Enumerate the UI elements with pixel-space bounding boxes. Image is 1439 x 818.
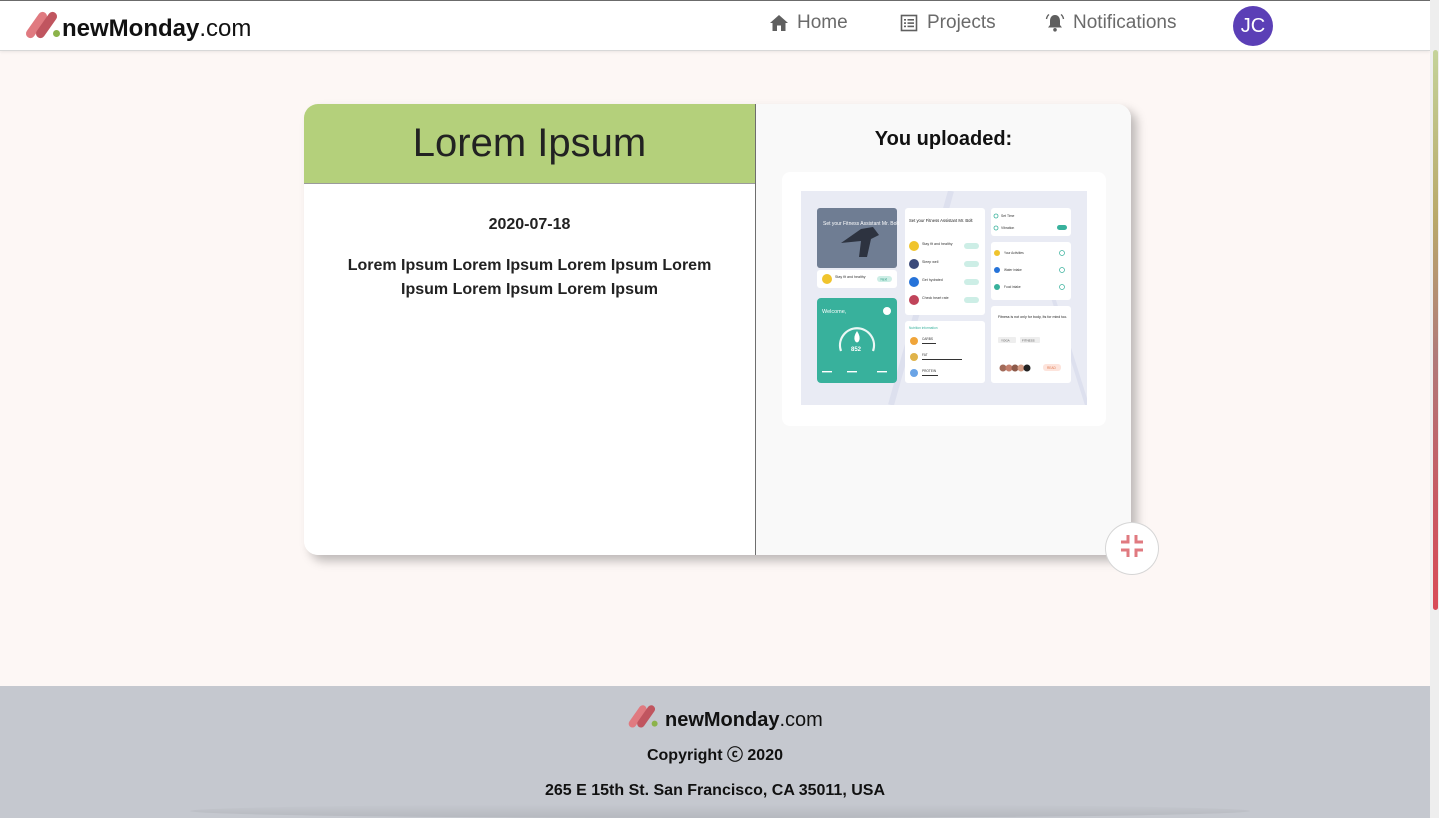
card-title-band: Lorem Ipsum [304, 104, 755, 184]
home-icon [768, 12, 790, 34]
nav-home-label: Home [797, 12, 848, 33]
logo-mark-icon [24, 9, 60, 41]
list-item: Get hydrated [922, 278, 943, 282]
list-item: Check heart rate [922, 296, 949, 300]
activity-label: Water intake [1004, 268, 1022, 272]
activity-label: Food intake [1004, 285, 1021, 289]
list-item: Sleep well [922, 260, 939, 264]
nav-home[interactable]: Home [768, 12, 848, 34]
scrollbar-thumb[interactable] [1433, 50, 1438, 610]
read-button: READ [1047, 366, 1057, 370]
list-heading: Set your Fitness Assistant Mr. Bolt [909, 218, 973, 223]
project-card: Lorem Ipsum 2020-07-18 Lorem Ipsum Lorem… [304, 104, 1131, 555]
collapse-icon [1117, 531, 1147, 566]
footer-copyright: Copyright ⓒ 2020 [646, 747, 784, 764]
uploaded-heading: You uploaded: [874, 128, 1013, 150]
welcome-text: Welcome, [822, 309, 847, 315]
uploaded-image[interactable]: Set your Fitness Assistant Mr. Bolt Stay… [801, 191, 1087, 405]
bell-icon [1044, 12, 1066, 34]
top-navbar: newMonday.com Home Projects Notification… [0, 0, 1430, 51]
card-upload-panel: You uploaded: Set your Fitness Assistant… [756, 104, 1131, 555]
nav-notifications-label: Notifications [1073, 12, 1177, 33]
quote-text: Fitness is not only for body, Its for mi… [998, 315, 1067, 319]
collapse-button[interactable] [1105, 522, 1159, 575]
brand-name: newMonday.com [62, 15, 252, 42]
card-details-panel: Lorem Ipsum 2020-07-18 Lorem Ipsum Lorem… [304, 104, 755, 555]
card-description: Lorem Ipsum Lorem Ipsum Lorem Ipsum Lore… [347, 257, 712, 298]
list-item: Stay fit and healthy [922, 242, 953, 246]
nutrition-heading: Nutrition information [909, 326, 938, 330]
hero-caption: Set your Fitness Assistant Mr. Bolt [823, 221, 899, 227]
hero-item-label: Stay fit and healthy [835, 275, 866, 279]
footer-brand-name: newMonday.com [665, 709, 823, 731]
card-date: 2020-07-18 [488, 216, 571, 233]
nav-projects-label: Projects [927, 12, 996, 33]
nav-projects[interactable]: Projects [898, 12, 996, 34]
chip-label: YOGA [1001, 339, 1010, 343]
gauge-value: 852 [851, 347, 862, 353]
brand-logo[interactable]: newMonday.com [24, 9, 251, 41]
page-footer: newMonday.com Copyright ⓒ 2020 265 E 15t… [0, 686, 1430, 818]
activity-label: Your Activities [1004, 251, 1024, 255]
nutrient-label: FAT [922, 353, 928, 357]
logo-mark-icon [627, 703, 658, 730]
nav-notifications[interactable]: Notifications [1044, 12, 1177, 34]
footer-logo[interactable]: newMonday.com [627, 698, 823, 730]
user-avatar[interactable]: JC [1233, 6, 1273, 46]
page-scrollbar[interactable] [1430, 0, 1439, 818]
hero-item-tag: Next [881, 278, 888, 282]
nutrient-label: PROTEIN [922, 369, 937, 373]
setting-label: Vibration [1001, 226, 1014, 230]
list-icon [898, 12, 920, 34]
upload-preview-frame: Set your Fitness Assistant Mr. Bolt Stay… [782, 172, 1106, 426]
setting-label: Set Time [1001, 214, 1014, 218]
nutrient-label: CARBS [922, 337, 933, 341]
chip-label: FITNESS [1022, 339, 1035, 343]
footer-address: 265 E 15th St. San Francisco, CA 35011, … [545, 782, 885, 799]
footer-shadow [190, 804, 1250, 818]
card-title: Lorem Ipsum [412, 121, 647, 165]
